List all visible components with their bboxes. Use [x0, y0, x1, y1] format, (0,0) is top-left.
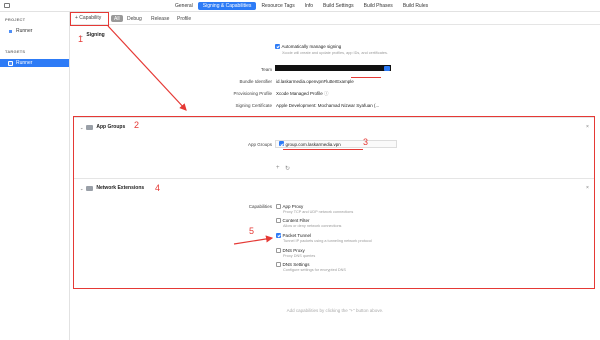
arrow-to-packet-tunnel [233, 235, 274, 245]
annotation-arrows [107, 25, 274, 245]
arrow-to-capabilities [107, 25, 187, 111]
